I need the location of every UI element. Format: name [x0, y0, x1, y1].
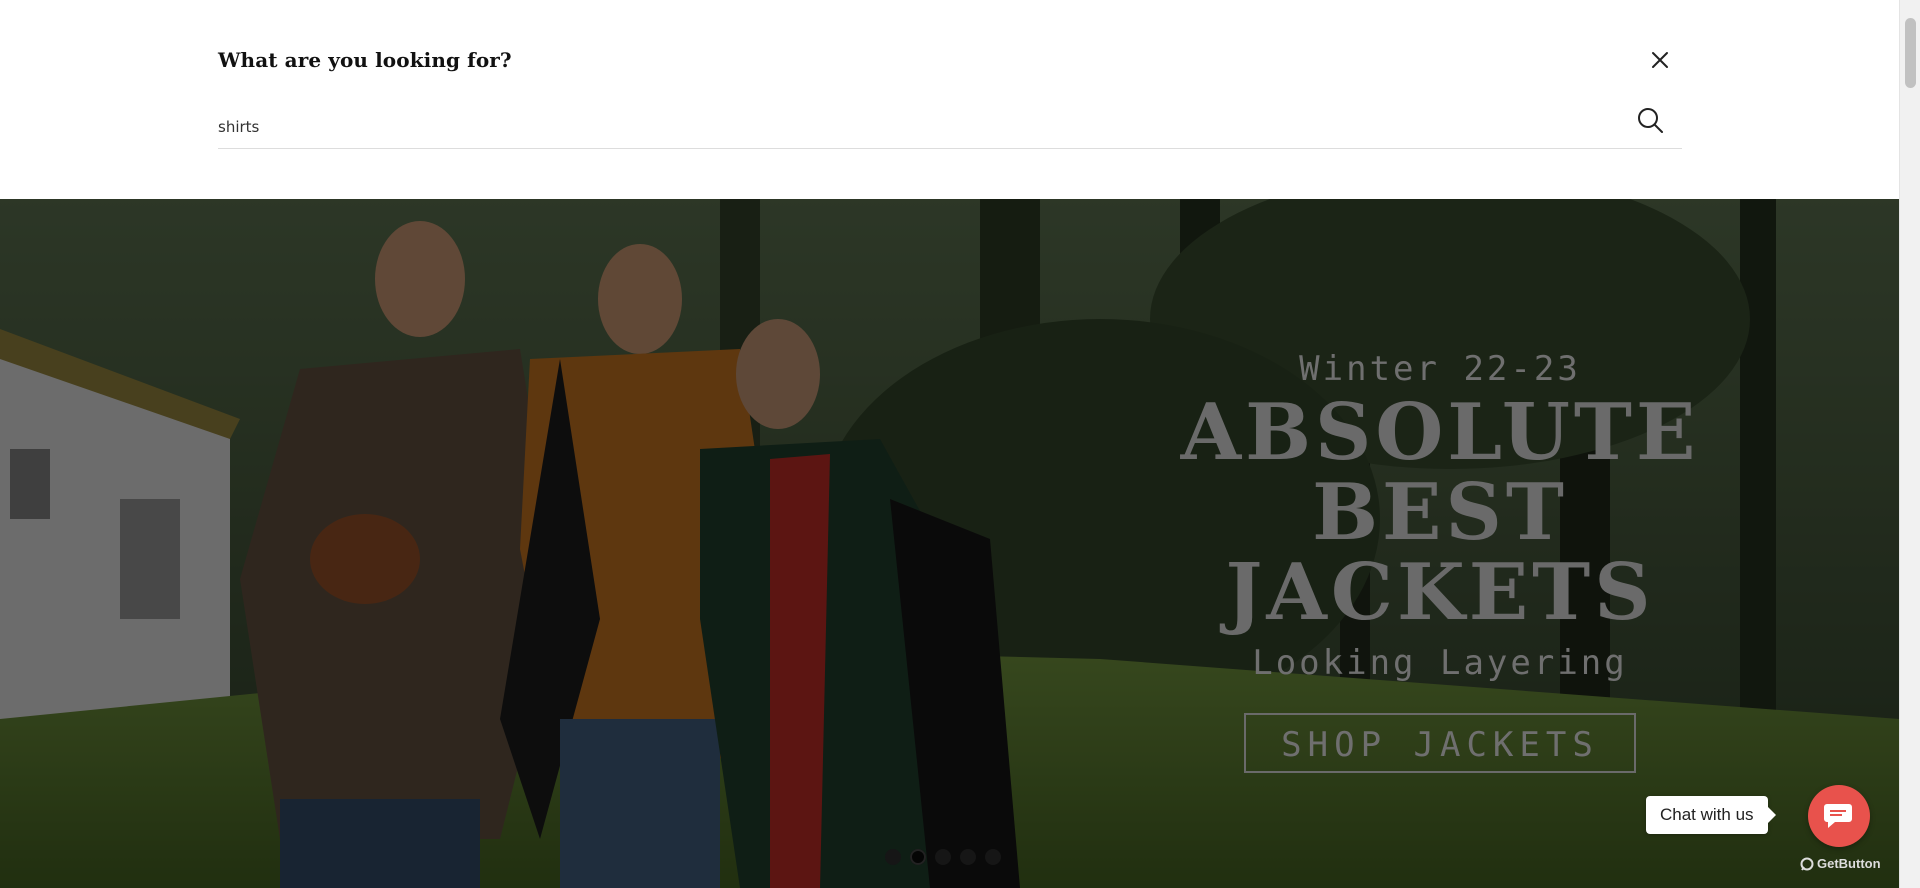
shop-jackets-button[interactable]: SHOP JACKETS	[1244, 713, 1636, 773]
search-icon	[1638, 108, 1663, 133]
slider-dot-4[interactable]	[960, 849, 976, 865]
chat-with-us-bubble[interactable]: Chat with us	[1646, 796, 1776, 834]
slider-dot-1[interactable]	[885, 849, 901, 865]
hero-banner[interactable]: Winter 22-23 ABSOLUTE BEST JACKETS Looki…	[0, 199, 1899, 888]
hero-subtitle: Looking Layering	[1252, 643, 1628, 683]
slider-dots	[885, 849, 1001, 865]
chat-button[interactable]	[1808, 785, 1870, 847]
hero-copy: Winter 22-23 ABSOLUTE BEST JACKETS Looki…	[1120, 349, 1760, 773]
getbutton-label: GetButton	[1817, 856, 1881, 871]
getbutton-link[interactable]: GetButton	[1800, 856, 1881, 871]
close-search-button[interactable]	[1648, 48, 1672, 72]
search-input[interactable]	[218, 110, 1598, 144]
chat-icon	[1824, 804, 1852, 828]
close-icon	[1652, 52, 1668, 68]
slider-dot-2[interactable]	[910, 849, 926, 865]
search-title: What are you looking for?	[218, 48, 512, 72]
scrollbar-thumb[interactable]	[1905, 18, 1916, 88]
search-overlay: What are you looking for?	[0, 0, 1899, 199]
page: What are you looking for? shirts Winter …	[0, 0, 1920, 888]
hero-headline-line2: BEST JACKETS	[1225, 467, 1655, 638]
hero-headline-line1: ABSOLUTE	[1180, 387, 1700, 478]
hero-season: Winter 22-23	[1299, 349, 1581, 389]
slider-dot-5[interactable]	[985, 849, 1001, 865]
search-submit-button[interactable]	[1636, 106, 1666, 136]
search-row	[218, 104, 1682, 149]
page-scrollbar[interactable]	[1899, 0, 1920, 888]
getbutton-logo-icon	[1800, 857, 1814, 871]
slider-dot-3[interactable]	[935, 849, 951, 865]
